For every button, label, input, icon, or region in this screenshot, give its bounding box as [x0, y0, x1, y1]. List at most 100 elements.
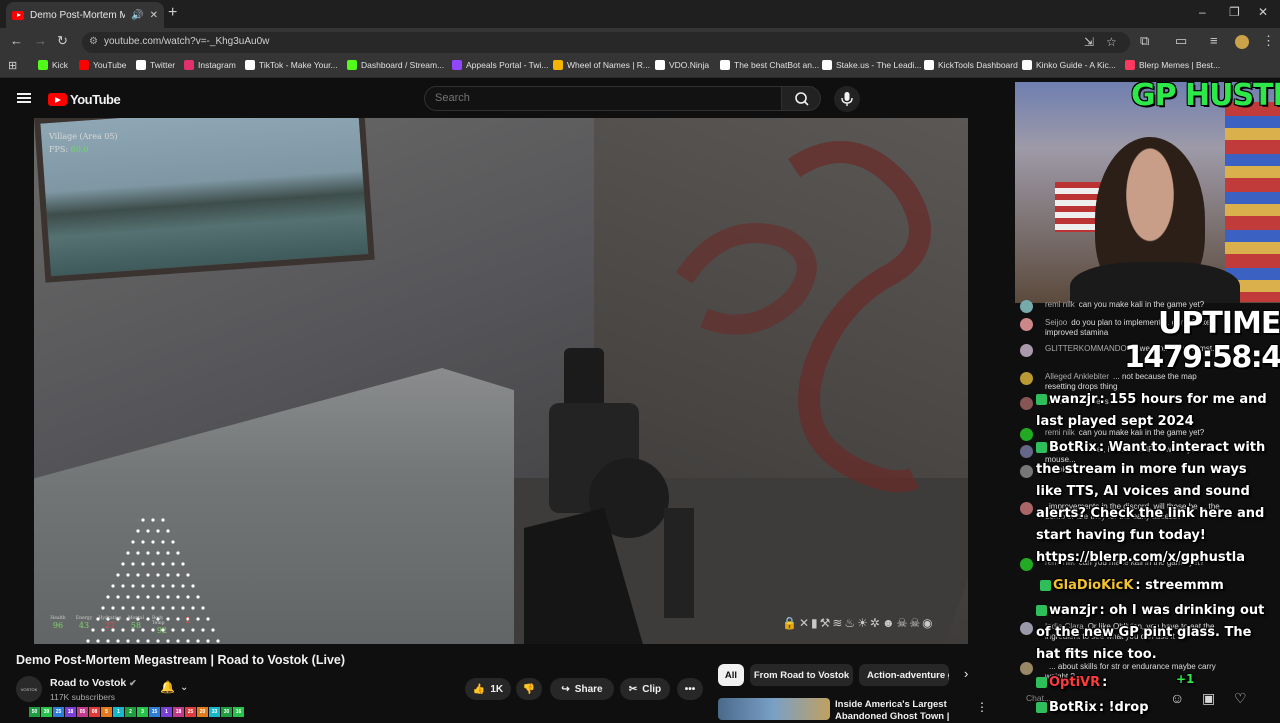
channel-avatar[interactable]: VOSTOK	[16, 676, 42, 702]
dot	[136, 573, 140, 577]
search-input[interactable]	[435, 92, 765, 104]
verified-icon: ✔	[129, 678, 137, 688]
bookmark-item[interactable]: Kick	[38, 60, 68, 70]
bookmark-item[interactable]: Kinko Guide - A Kic...	[1022, 60, 1116, 70]
sub-badge-icon	[1040, 580, 1051, 591]
sub-badge-icon	[1036, 605, 1047, 616]
stat-value: 92	[156, 626, 168, 635]
youtube-logo[interactable]: YouTube	[48, 92, 121, 107]
emoji-icon[interactable]: ☺	[1170, 690, 1184, 706]
apps-grid-icon[interactable]: ⊞	[8, 59, 17, 72]
dot	[136, 551, 140, 555]
bookmark-item[interactable]: The best ChatBot an...	[720, 60, 819, 70]
dot	[151, 562, 155, 566]
window-close-icon[interactable]: ✕	[1258, 5, 1268, 19]
bookmark-item[interactable]: TikTok - Make Your...	[245, 60, 338, 70]
chip-all[interactable]: All	[718, 664, 744, 686]
bookmark-item[interactable]: Twitter	[136, 60, 175, 70]
new-tab-icon[interactable]: +	[168, 4, 177, 22]
chat-avatar	[1020, 445, 1033, 458]
speaker-icon[interactable]: 🔊	[131, 10, 143, 21]
related-more-icon[interactable]: ⋮	[976, 700, 988, 714]
related-video-title[interactable]: Inside America's Largest Abandoned Ghost…	[835, 699, 975, 723]
youtube-logo-text: YouTube	[70, 92, 121, 107]
super-chat-icon[interactable]: ▣	[1202, 690, 1215, 707]
stat-body-temp: Body Temp 92	[152, 616, 172, 635]
donation-tile: 30	[221, 707, 232, 717]
bookmark-item[interactable]: VDO.Ninja	[655, 60, 709, 70]
dot	[201, 628, 205, 632]
dislike-button[interactable]: 👎	[516, 678, 542, 700]
bell-icon[interactable]: 🔔	[160, 680, 175, 694]
thumbs-down-icon: 👎	[522, 683, 536, 695]
bookmark-favicon-icon	[1022, 60, 1032, 70]
fps-label: FPS:	[49, 145, 69, 154]
heart-icon[interactable]: ♡	[1234, 690, 1247, 707]
like-button[interactable]: 👍 1K	[465, 678, 511, 700]
chip-from-channel[interactable]: From Road to Vostok	[750, 664, 853, 686]
chat-avatar	[1020, 397, 1033, 410]
back-icon[interactable]: ←	[10, 33, 23, 48]
bookmark-item[interactable]: Stake.us - The Leadi...	[822, 60, 921, 70]
bookmark-item[interactable]: Instagram	[184, 60, 236, 70]
site-info-icon[interactable]: ⚙	[89, 36, 98, 47]
browser-tab[interactable]: Demo Post-Mortem Megastream 🔊 ✕	[6, 2, 164, 28]
extensions-icon[interactable]: ⧉	[1140, 33, 1149, 49]
chip-action-adventure[interactable]: Action-adventure games	[859, 664, 949, 686]
install-icon[interactable]: ⇲	[1084, 35, 1094, 49]
dot	[181, 562, 185, 566]
kick-chat-text: : streemmm	[1135, 578, 1224, 593]
stat-value: 58	[130, 621, 142, 630]
profile-avatar[interactable]	[1235, 35, 1249, 49]
share-button[interactable]: ↪ Share	[550, 678, 614, 700]
dot	[166, 595, 170, 599]
bookmark-item[interactable]: Appeals Portal - Twi...	[452, 60, 549, 70]
shelf-decor	[1225, 102, 1280, 302]
bookmark-item[interactable]: KickTools Dashboard	[924, 60, 1018, 70]
chat-input[interactable]: Chat...	[1020, 688, 1160, 708]
dot	[121, 562, 125, 566]
close-icon[interactable]: ✕	[150, 10, 158, 21]
bookmark-item[interactable]: Blerp Memes | Best...	[1125, 60, 1220, 70]
restore-icon[interactable]: ❐	[1229, 5, 1240, 19]
bookmark-item[interactable]: Dashboard / Stream...	[347, 60, 444, 70]
minimize-icon[interactable]: –	[1199, 5, 1206, 19]
like-count: 1K	[490, 683, 504, 695]
kick-chat-message: wanzjr: 155 hours for me and last played…	[1036, 389, 1268, 433]
donation-tile: 2	[125, 707, 136, 717]
bookmark-item[interactable]: Wheel of Names | R...	[553, 60, 650, 70]
forward-icon[interactable]: →	[34, 33, 47, 48]
chevron-right-icon[interactable]: ›	[964, 666, 968, 681]
media-icon[interactable]: ≡	[1210, 33, 1218, 48]
dot	[161, 584, 165, 588]
dot	[96, 639, 100, 643]
reload-icon[interactable]: ↻	[57, 33, 68, 49]
related-video-thumbnail[interactable]	[718, 698, 830, 720]
scissors-icon: ✂	[628, 683, 638, 695]
address-bar[interactable]: ⚙ youtube.com/watch?v=-_Khg3uAu0w ⇲ ☆	[82, 32, 1130, 53]
hamburger-menu-icon[interactable]	[17, 93, 31, 103]
dot	[151, 606, 155, 610]
channel-name[interactable]: Road to Vostok ✔	[50, 677, 137, 689]
search-box[interactable]	[424, 86, 782, 111]
video-player[interactable]: Village (Area 05) FPS: 60.0 Health 96 Ene…	[34, 118, 968, 644]
voice-search-button[interactable]	[834, 86, 860, 112]
dot	[161, 606, 165, 610]
bookmark-star-icon[interactable]: ☆	[1106, 35, 1117, 49]
dot	[191, 584, 195, 588]
youtube-logo-icon	[48, 93, 67, 106]
menu-dots-icon[interactable]: ⋮	[1262, 33, 1275, 49]
search-button[interactable]	[781, 86, 821, 111]
clip-button[interactable]: ✂ Clip	[620, 678, 670, 700]
bookmarks-bar: ⊞ Kick YouTube Twitter Instagram TikTok - Ma…	[0, 56, 1280, 78]
status-icons-row: 🔒✕▮⚒≋♨☀✲☻☠☠◉	[782, 616, 935, 630]
chat-author: Seijoo	[1045, 318, 1068, 327]
plus-one-emote: +1	[1176, 672, 1195, 686]
chat-avatar	[1020, 428, 1033, 441]
url-text[interactable]: youtube.com/watch?v=-_Khg3uAu0w	[104, 36, 269, 47]
cast-icon[interactable]: ▭	[1175, 33, 1187, 49]
bookmark-item[interactable]: YouTube	[79, 60, 126, 70]
chevron-down-icon[interactable]: ⌄	[180, 682, 188, 693]
more-actions-button[interactable]: •••	[677, 678, 703, 700]
dot	[116, 639, 120, 643]
